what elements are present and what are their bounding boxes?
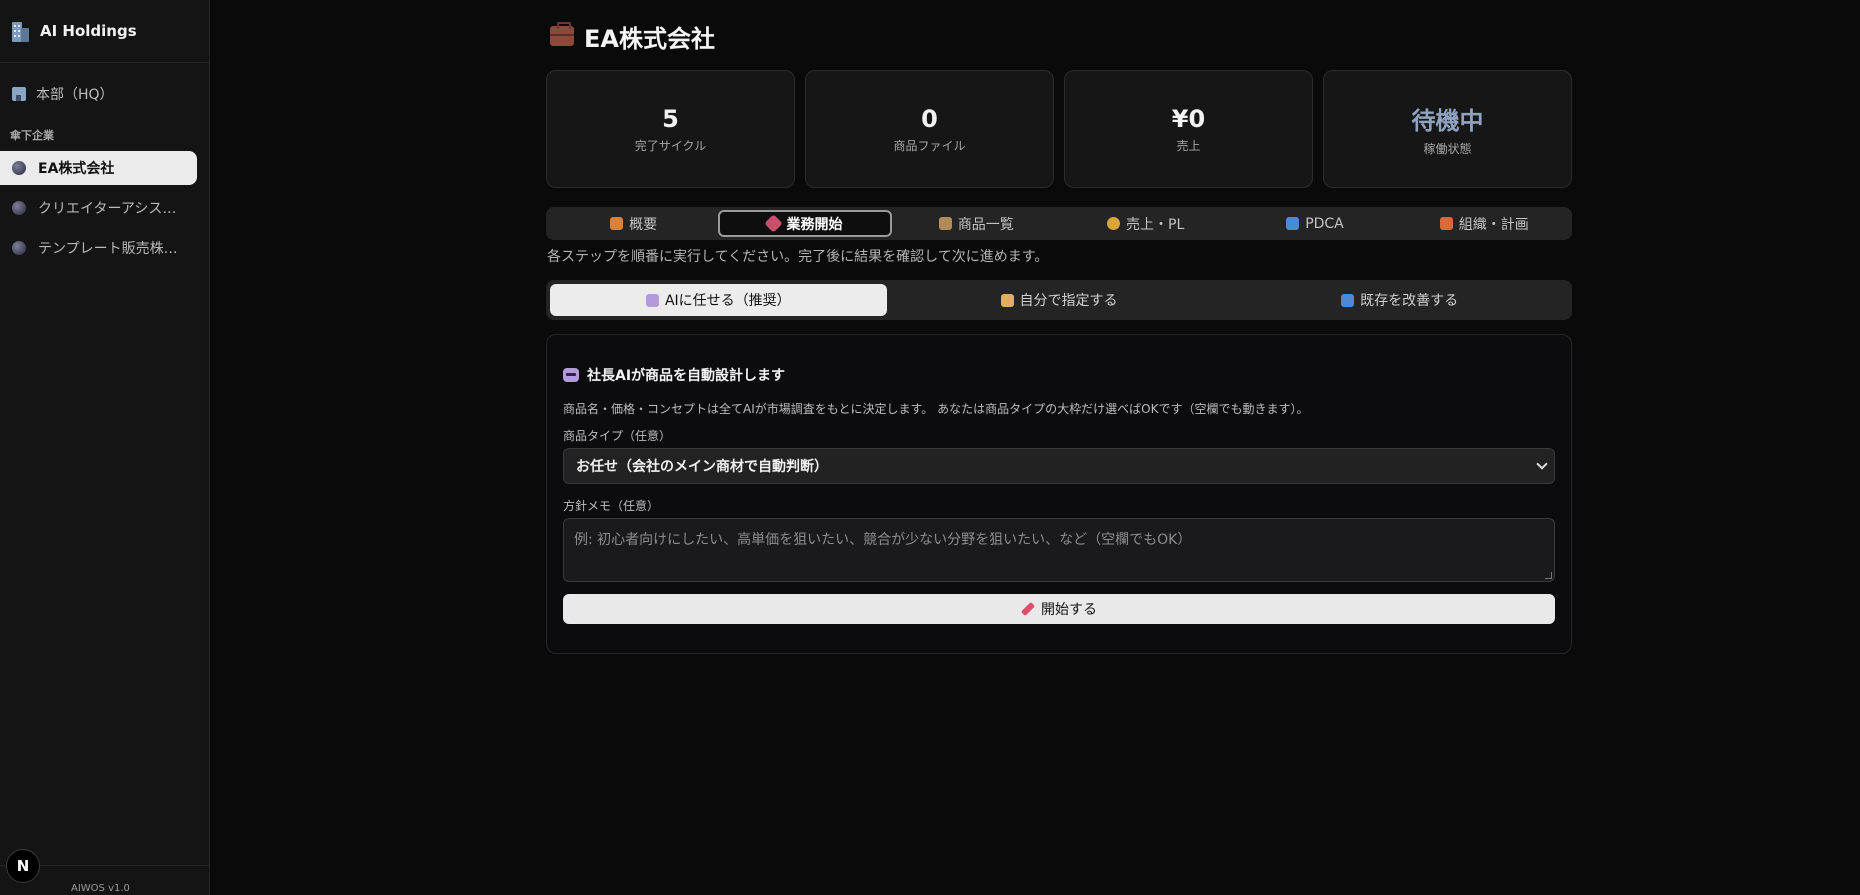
panel-description: 商品名・価格・コンセプトは全てAIが市場調査をもとに決定します。 あなたは商品タ… bbox=[563, 402, 1309, 416]
memo-label: 方針メモ（任意） bbox=[563, 499, 660, 513]
sidebar-item-hq[interactable]: 本部（HQ） bbox=[0, 77, 209, 111]
section-label: 傘下企業 bbox=[10, 129, 54, 142]
construction-icon bbox=[1439, 217, 1453, 230]
stat-caption: 商品ファイル bbox=[893, 138, 966, 153]
mode-label: 自分で指定する bbox=[1019, 293, 1118, 309]
mode-label: AIに任せる（推奨） bbox=[664, 293, 791, 309]
chevron-down-icon bbox=[1536, 458, 1548, 470]
content: EA株式会社 5 完了サイクル 0 商品ファイル ¥0 売上 待機中 稼働状態 bbox=[546, 0, 1572, 654]
brand-name: AI Holdings bbox=[40, 22, 137, 40]
stat-card-status: 待機中 稼働状態 bbox=[1323, 70, 1572, 188]
product-type-label: 商品タイプ（任意） bbox=[563, 429, 672, 443]
clipboard-icon bbox=[938, 217, 952, 230]
building-icon bbox=[10, 20, 30, 42]
auto-design-panel: 社長AIが商品を自動設計します 商品名・価格・コンセプトは全てAIが市場調査をも… bbox=[546, 334, 1572, 654]
mode-manual[interactable]: 自分で指定する bbox=[891, 284, 1228, 316]
tab-label: 組織・計画 bbox=[1458, 216, 1529, 233]
stat-caption: 売上 bbox=[1176, 138, 1201, 153]
sidebar-item-company[interactable]: EA株式会社 bbox=[0, 151, 197, 185]
select-value: お任せ（会社のメイン商材で自動判断） bbox=[576, 459, 828, 475]
company-dot-icon bbox=[12, 201, 26, 215]
tab-label: PDCA bbox=[1305, 215, 1344, 232]
sidebar-item-company[interactable]: テンプレート販売株… bbox=[0, 231, 197, 265]
version-label: AIWOS v1.0 bbox=[71, 883, 130, 894]
mode-improve[interactable]: 既存を改善する bbox=[1231, 284, 1568, 316]
instructions-text: 各ステップを順番に実行してください。完了後に結果を確認して次に進めます。 bbox=[547, 249, 1049, 265]
brand[interactable]: AI Holdings bbox=[0, 0, 209, 63]
company-dot-icon bbox=[12, 241, 26, 255]
robot-icon bbox=[563, 368, 579, 382]
stat-caption: 稼働状態 bbox=[1423, 142, 1472, 156]
company-dot-icon bbox=[12, 161, 26, 175]
tab-org-plan[interactable]: 組織・計画 bbox=[1400, 210, 1569, 237]
memo-placeholder: 例: 初心者向けにしたい、高単価を狙いたい、競合が少ない分野を狙いたい、など（空… bbox=[574, 532, 1192, 548]
rocket-icon bbox=[764, 214, 784, 233]
sidebar: AI Holdings 本部（HQ） 傘下企業 EA株式会社 クリエイターアシス… bbox=[0, 0, 210, 895]
mode-selector: AIに任せる（推奨） 自分で指定する 既存を改善する bbox=[546, 280, 1572, 320]
status-value: 待機中 bbox=[1411, 107, 1484, 135]
n-badge-button[interactable]: N bbox=[6, 849, 40, 883]
sidebar-item-label: クリエイターアシス… bbox=[38, 201, 177, 217]
tab-label: 業務開始 bbox=[786, 216, 843, 233]
tab-label: 商品一覧 bbox=[957, 216, 1014, 233]
tab-label: 概要 bbox=[629, 216, 658, 233]
sidebar-item-label: 本部（HQ） bbox=[36, 87, 114, 103]
briefcase-icon bbox=[550, 22, 574, 46]
start-button[interactable]: 開始する bbox=[563, 594, 1555, 624]
sidebar-item-label: テンプレート販売株… bbox=[38, 241, 178, 257]
tab-sales-pl[interactable]: 売上・PL bbox=[1061, 210, 1230, 237]
house-icon bbox=[610, 217, 624, 230]
syringe-icon bbox=[1020, 601, 1036, 617]
app-root: AI Holdings 本部（HQ） 傘下企業 EA株式会社 クリエイターアシス… bbox=[0, 0, 1860, 895]
mode-label: 既存を改善する bbox=[1360, 293, 1459, 309]
start-button-label: 開始する bbox=[1041, 602, 1097, 618]
tab-pdca[interactable]: PDCA bbox=[1230, 210, 1399, 237]
tab-bar: 概要 業務開始 商品一覧 売上・PL PDCA 組織・計画 bbox=[546, 207, 1572, 240]
memo-textarea[interactable]: 例: 初心者向けにしたい、高単価を狙いたい、競合が少ない分野を狙いたい、など（空… bbox=[563, 518, 1555, 582]
sidebar-item-label: EA株式会社 bbox=[38, 161, 115, 177]
stat-value: 5 bbox=[662, 104, 679, 133]
stat-card-cycles: 5 完了サイクル bbox=[546, 70, 795, 188]
stat-caption: 完了サイクル bbox=[634, 138, 707, 153]
panel-title: 社長AIが商品を自動設計します bbox=[563, 365, 1555, 385]
cycle-icon bbox=[1286, 217, 1300, 230]
tab-label: 売上・PL bbox=[1126, 216, 1185, 233]
mode-ai-auto[interactable]: AIに任せる（推奨） bbox=[550, 284, 887, 316]
tab-overview[interactable]: 概要 bbox=[549, 210, 718, 237]
stat-card-files: 0 商品ファイル bbox=[805, 70, 1054, 188]
panel-title-text: 社長AIが商品を自動設計します bbox=[587, 368, 786, 384]
robot-icon bbox=[645, 293, 659, 307]
stats-row: 5 完了サイクル 0 商品ファイル ¥0 売上 待機中 稼働状態 bbox=[546, 70, 1572, 188]
stat-card-sales: ¥0 売上 bbox=[1064, 70, 1313, 188]
sidebar-item-company[interactable]: クリエイターアシス… bbox=[0, 191, 197, 225]
money-bag-icon bbox=[1107, 217, 1121, 230]
product-type-select[interactable]: お任せ（会社のメイン商材で自動判断） bbox=[563, 448, 1555, 484]
page-title-text: EA株式会社 bbox=[584, 24, 715, 53]
stat-value: ¥0 bbox=[1171, 104, 1206, 133]
page-title: EA株式会社 bbox=[546, 20, 1572, 53]
tab-products[interactable]: 商品一覧 bbox=[892, 210, 1061, 237]
cycle-icon bbox=[1341, 293, 1355, 307]
stat-value: 0 bbox=[921, 104, 938, 133]
office-icon bbox=[12, 87, 26, 101]
main-area: EA株式会社 5 完了サイクル 0 商品ファイル ¥0 売上 待機中 稼働状態 bbox=[210, 0, 1860, 895]
writing-hand-icon bbox=[1000, 293, 1014, 307]
tab-start-work[interactable]: 業務開始 bbox=[718, 210, 892, 237]
